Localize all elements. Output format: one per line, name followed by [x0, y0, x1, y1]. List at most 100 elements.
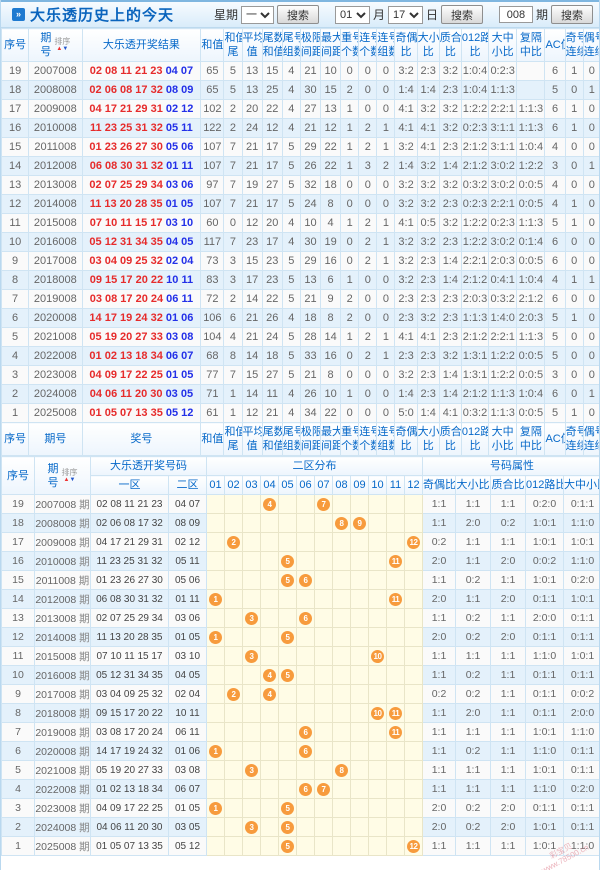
- stat-column-header-line1: 尾号: [282, 32, 299, 44]
- stat-cell: 2: [358, 232, 378, 252]
- zone2-cell: 02 12: [168, 532, 207, 552]
- issue-search-button[interactable]: 搜索: [551, 5, 593, 24]
- dist-cell: [386, 665, 405, 685]
- issue-input[interactable]: [498, 6, 533, 23]
- stat-column-header-line1: 极限: [300, 426, 319, 438]
- issue-search-group: 期 搜索: [498, 5, 593, 24]
- dist-cell: [404, 779, 423, 799]
- stat-column-header-line1: 012路: [461, 426, 489, 438]
- sort-down-icon[interactable]: ▼: [70, 477, 76, 483]
- table-row: 1 2025008 期 01 05 07 13 35 05 12 5 12 1:1 1:1 1:…: [1, 836, 599, 856]
- dist-cell: [314, 570, 333, 590]
- stat-cell: 1:0:4: [460, 80, 490, 100]
- dist-cell: [278, 532, 297, 552]
- dist-cell: [260, 836, 279, 856]
- stat-cell: 0: [582, 289, 599, 309]
- stat-cell: 5: [223, 61, 243, 81]
- stat-cell: 1:2:2: [516, 156, 546, 176]
- dist-cell: [278, 589, 297, 609]
- stat-cell: 3:2: [394, 232, 418, 252]
- stat-cell: 0: [582, 403, 599, 423]
- stat-column-header-line2: 连续: [565, 440, 582, 452]
- dist-cell: [242, 722, 261, 742]
- attr-cell: 1:1: [422, 570, 456, 590]
- sort-down-icon[interactable]: ▼: [62, 46, 68, 52]
- attr-cell: 0:1:1: [563, 798, 599, 818]
- stat-cell: 2: [340, 308, 360, 328]
- seq-cell: 7: [1, 289, 30, 309]
- attr-cell: 2:0: [490, 589, 526, 609]
- stat-cell: 1: [340, 99, 360, 119]
- week-select[interactable]: 一: [240, 5, 274, 24]
- attr-cell: 0:2:0: [563, 779, 599, 799]
- stat-cell: 0: [223, 213, 243, 233]
- table-row: 9 2017008 03 04 09 25 32 02 04 73 3 15 23 5 29 16…: [1, 251, 599, 271]
- stat-cell: 30: [299, 80, 322, 100]
- stat-cell: 12: [320, 118, 342, 138]
- stat-column-header: 尾号组数: [281, 28, 301, 62]
- dist-cell: [278, 684, 297, 704]
- stat-cell: 2:3: [438, 289, 462, 309]
- stat-cell: 0: [582, 346, 599, 366]
- issue-number: 2007008: [35, 498, 77, 511]
- stat-cell: 13: [299, 270, 322, 290]
- stat-cell: 60: [200, 213, 225, 233]
- seq-cell: 1: [1, 836, 35, 856]
- table-row: 16 2010008 期 11 23 25 31 32 05 11 5 11 2:0 1:1 2…: [1, 551, 599, 571]
- issue-number: 2008008: [35, 517, 77, 530]
- back-ball-badge: 4: [263, 497, 276, 511]
- stat-cell: 17: [261, 156, 283, 176]
- attr-cell: 1:0:1: [525, 760, 564, 780]
- stat-cell: 0: [376, 99, 396, 119]
- stat-column-header: 尾号组数: [281, 422, 301, 456]
- attr-cell: 0:2: [455, 741, 491, 761]
- stat-column-header: 大小比: [416, 422, 440, 456]
- stat-cell: 4:1: [416, 327, 440, 347]
- issue-column-header: 期号排序 ▲▼: [34, 456, 91, 495]
- month-select[interactable]: 01: [334, 5, 370, 24]
- table-row: 9 2017008 期 03 04 09 25 32 02 04 2 4 0:2 0:2 1:1…: [1, 684, 599, 704]
- stat-cell: 2:2:1: [488, 194, 518, 214]
- table-row: 2 2024008 04 06 11 20 30 03 05 71 1 14 11 4 26 10…: [1, 384, 599, 404]
- stat-cell: 18: [320, 175, 342, 195]
- sort-icon[interactable]: ▲▼: [56, 46, 68, 52]
- dist-cell: [314, 722, 333, 742]
- stat-cell: 0: [358, 99, 378, 119]
- dist-cell: [386, 684, 405, 704]
- dist-cell: 5: [278, 665, 297, 685]
- week-search-button[interactable]: 搜索: [276, 5, 319, 24]
- stat-cell: 0: [340, 61, 360, 81]
- date-search-button[interactable]: 搜索: [440, 5, 483, 24]
- stat-cell: 13: [241, 61, 263, 81]
- attr-cell: 1:1: [422, 646, 456, 666]
- dist-cell: [314, 836, 333, 856]
- issue-number: 2014008: [35, 631, 77, 644]
- stat-cell: 1: [223, 403, 243, 423]
- stat-cell: 1:0:4: [516, 384, 546, 404]
- back-numbers: 05 06: [165, 141, 194, 153]
- stat-cell: 0: [564, 365, 584, 385]
- back-ball-badge: 2: [227, 687, 240, 701]
- stat-cell: 3:2: [394, 270, 418, 290]
- issue-cell: 2007008: [28, 61, 83, 81]
- issue-cell: 2020008 期: [34, 741, 91, 761]
- dist-cell: 11: [386, 703, 405, 723]
- issue-suffix: 期: [78, 574, 90, 587]
- dist-cell: 4: [260, 494, 279, 514]
- attr-cell: 1:1: [422, 836, 456, 856]
- dist-cell: 4: [260, 684, 279, 704]
- dist-cell: [368, 551, 387, 571]
- stat-cell: 65: [200, 61, 225, 81]
- day-select[interactable]: 17: [387, 5, 423, 24]
- stat-cell: 1: [376, 346, 396, 366]
- dist-cell: 5: [278, 627, 297, 647]
- dist-cell: 6: [296, 722, 315, 742]
- stat-column-header-line1: 平均: [242, 32, 261, 44]
- table-row: 18 2008008 期 02 06 08 17 32 08 09 8 9 1:1 2:0 0:…: [1, 513, 599, 533]
- issue-number: 2010008: [35, 555, 77, 568]
- issue-cell: 2021008: [28, 327, 83, 347]
- stat-cell: 2: [340, 80, 360, 100]
- sort-icon[interactable]: ▲▼: [64, 477, 76, 483]
- stat-cell: 14: [241, 346, 263, 366]
- issue-cell: 2013008: [28, 175, 83, 195]
